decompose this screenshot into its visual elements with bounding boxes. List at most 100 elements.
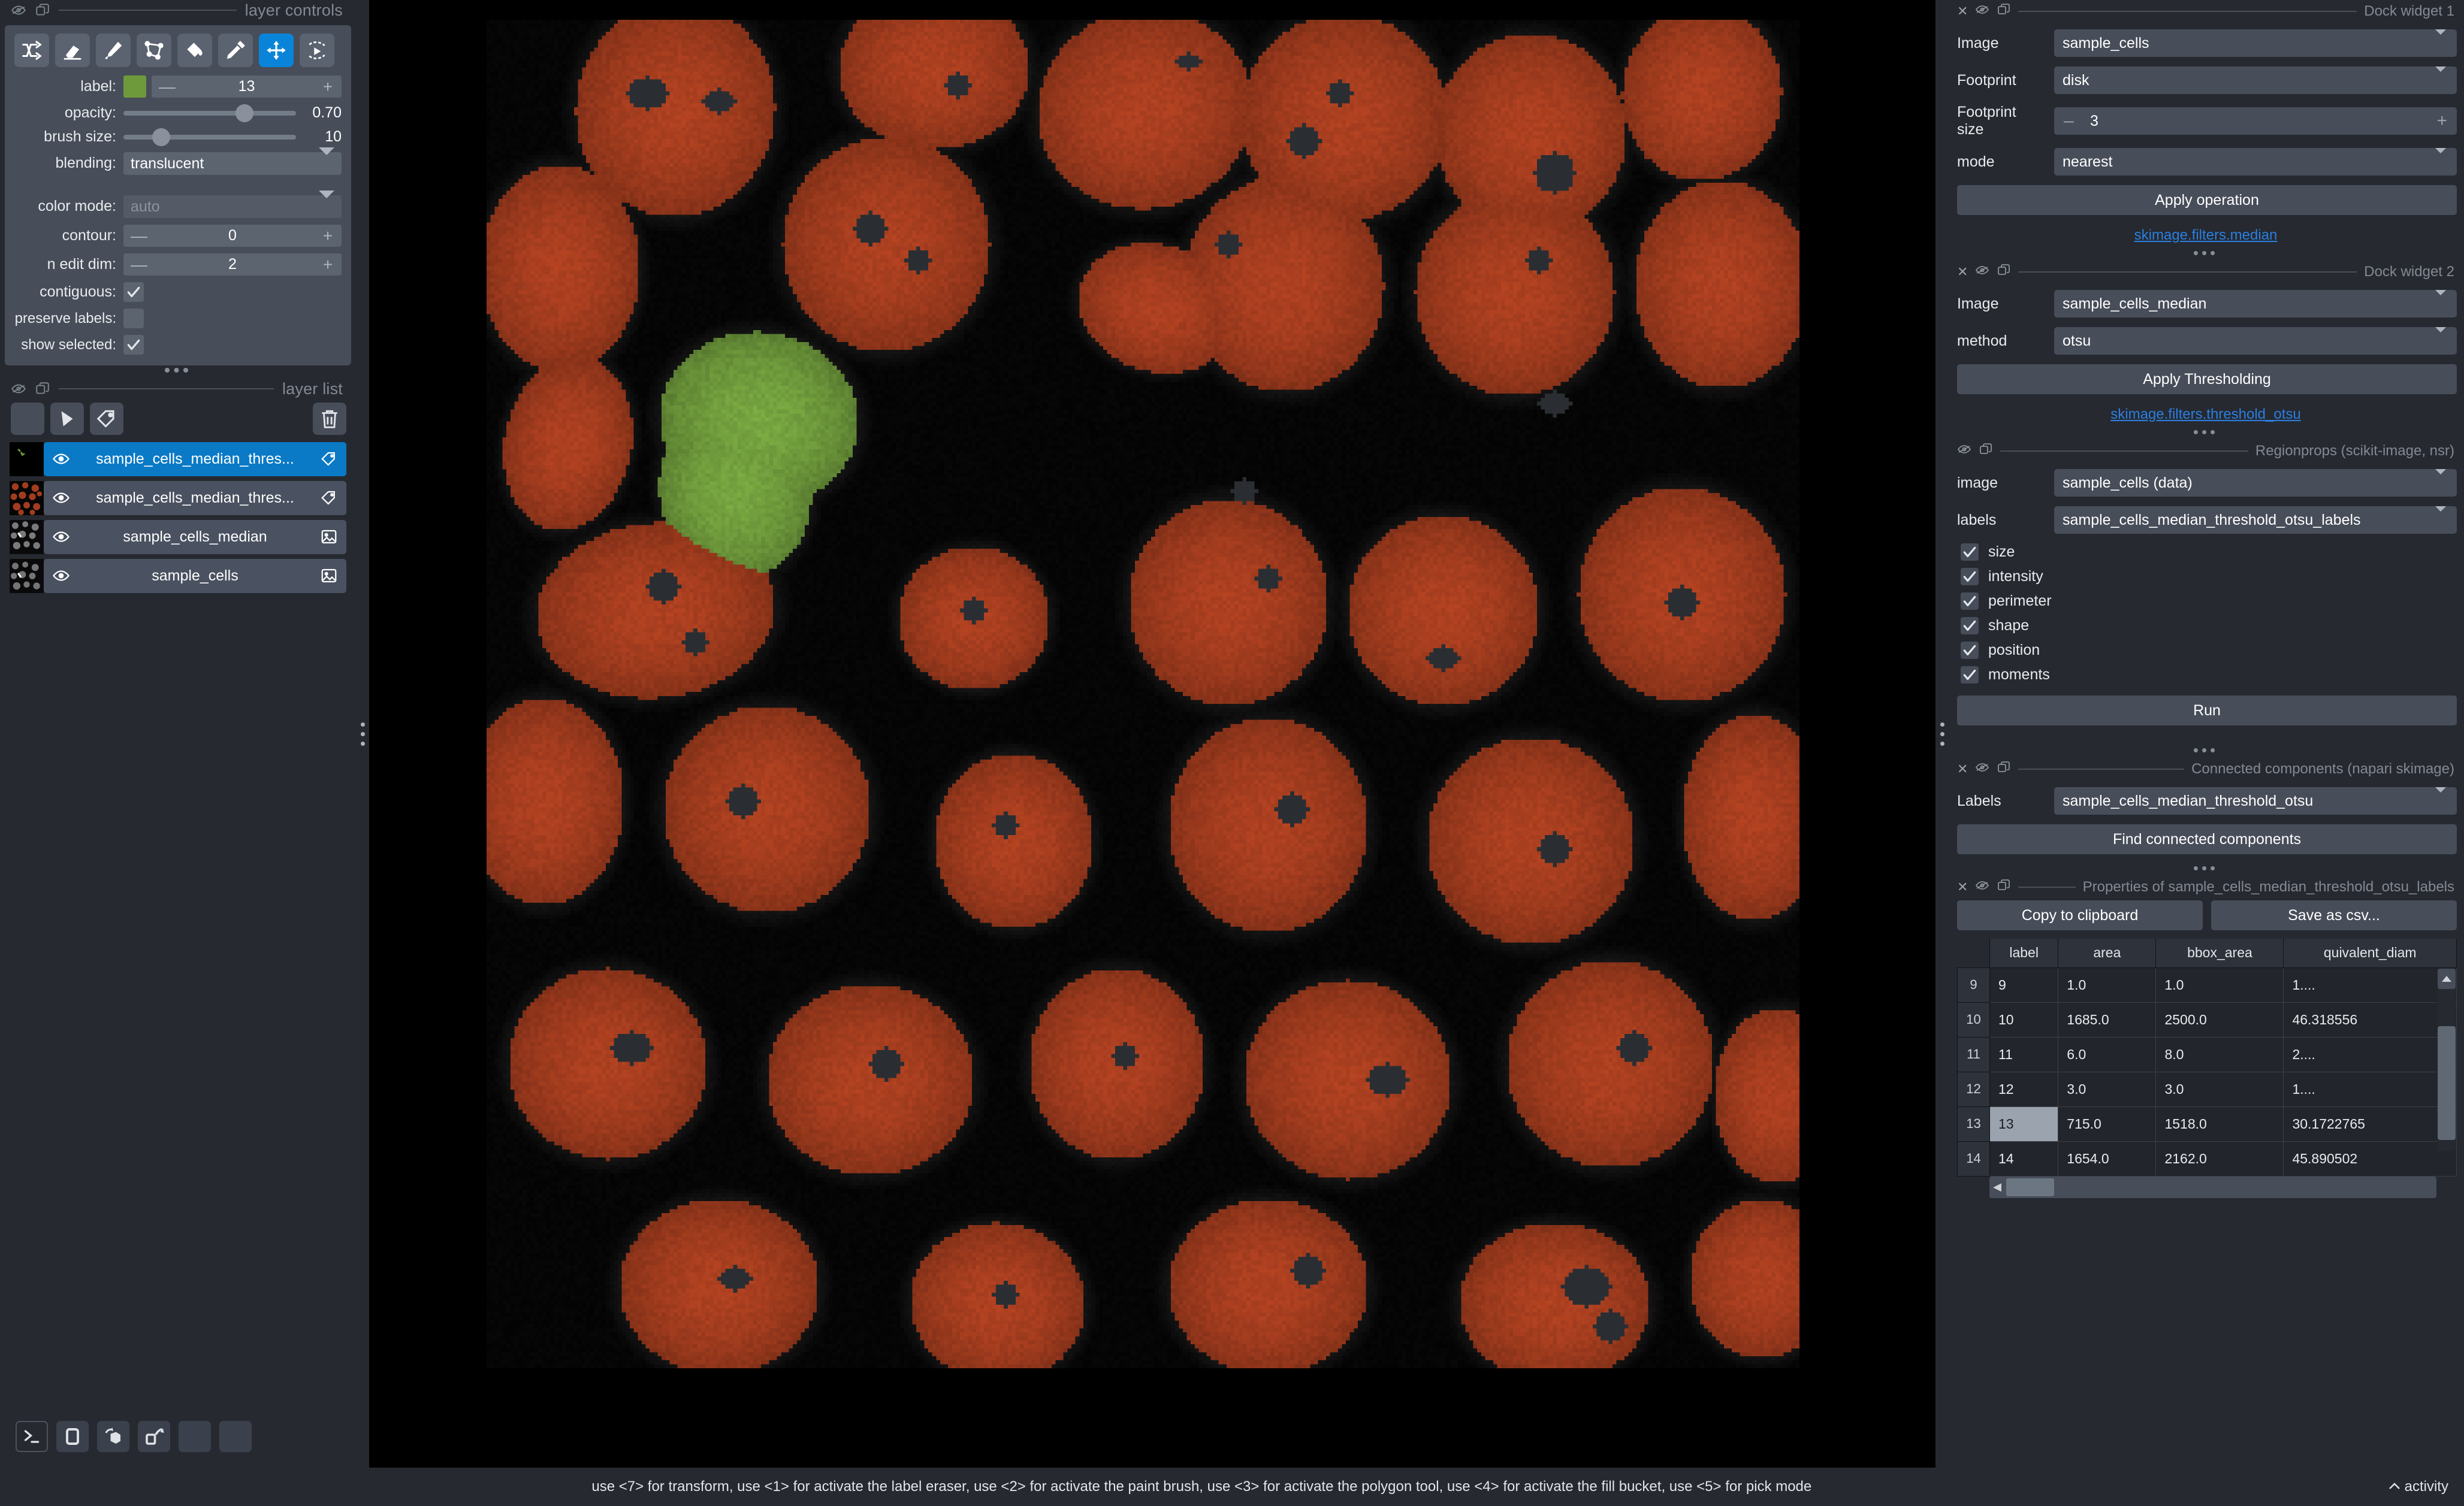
apply-thresholding-button[interactable]: Apply Thresholding bbox=[1957, 364, 2457, 394]
checkbox-moments[interactable]: moments bbox=[1953, 663, 2458, 687]
delete-layer-button[interactable] bbox=[313, 403, 346, 435]
close-icon[interactable]: ✕ bbox=[1957, 4, 1968, 18]
cell-label[interactable]: 9 bbox=[1989, 967, 2059, 1003]
n-edit-dim-increment[interactable]: + bbox=[321, 256, 334, 273]
color-mode-combobox[interactable]: auto bbox=[123, 190, 342, 218]
close-icon[interactable]: ✕ bbox=[1957, 762, 1968, 776]
footprint-size-decrement[interactable]: – bbox=[2064, 111, 2079, 131]
label-eraser-icon[interactable] bbox=[55, 34, 90, 67]
cell-label[interactable]: 10 bbox=[1989, 1002, 2059, 1038]
opacity-knob[interactable] bbox=[235, 104, 253, 122]
float-icon[interactable] bbox=[35, 2, 50, 18]
image-combobox[interactable]: sample_cells_median bbox=[2054, 290, 2457, 317]
find-connected-components-button[interactable]: Find connected components bbox=[1957, 824, 2457, 854]
table-row[interactable]: 12 12 3.0 3.0 1.... bbox=[1957, 1071, 2457, 1107]
checkbox-size[interactable]: size bbox=[1953, 540, 2458, 564]
shuffle-colors-icon[interactable] bbox=[14, 34, 49, 67]
grid-view-button[interactable] bbox=[179, 1421, 211, 1452]
cell-bbox-area[interactable]: 2162.0 bbox=[2155, 1141, 2284, 1177]
properties-table-wrap[interactable]: label area bbox_area quivalent_diam 9 9 … bbox=[1957, 939, 2457, 1177]
save-as-csv-button[interactable]: Save as csv... bbox=[2211, 900, 2457, 930]
horizontal-scroll-thumb[interactable] bbox=[2006, 1178, 2054, 1196]
cell-equivalent-diam[interactable]: 30.1722765 bbox=[2283, 1106, 2457, 1142]
visibility-eye-icon[interactable] bbox=[52, 489, 70, 507]
n-edit-dim-spinbox[interactable]: — 2 + bbox=[123, 253, 342, 276]
regionprops-drag-handle[interactable]: ••• bbox=[1953, 424, 2458, 440]
close-icon[interactable]: ✕ bbox=[1957, 880, 1968, 894]
brush-size-slider[interactable] bbox=[123, 128, 296, 146]
contour-decrement[interactable]: — bbox=[131, 227, 147, 244]
label-decrement[interactable]: — bbox=[159, 78, 176, 95]
layer-row-body[interactable]: sample_cells_median_thres... bbox=[44, 441, 346, 476]
paint-brush-icon[interactable] bbox=[96, 34, 131, 67]
home-button[interactable] bbox=[219, 1421, 252, 1452]
cell-label[interactable]: 14 bbox=[1989, 1141, 2059, 1177]
cell-bbox-area[interactable]: 3.0 bbox=[2155, 1071, 2284, 1107]
float-icon[interactable] bbox=[1997, 878, 2011, 896]
cell-equivalent-diam[interactable]: 46.318556 bbox=[2283, 1002, 2457, 1038]
hide-icon[interactable] bbox=[11, 381, 26, 397]
apply-operation-button[interactable]: Apply operation bbox=[1957, 185, 2457, 215]
transpose-dims-button[interactable] bbox=[138, 1421, 170, 1452]
transform-icon[interactable] bbox=[300, 34, 334, 67]
left-splitter[interactable] bbox=[356, 0, 369, 1468]
hide-icon[interactable] bbox=[1957, 442, 1971, 459]
viewer-canvas[interactable] bbox=[369, 0, 1935, 1468]
footprint-size-increment[interactable]: + bbox=[2436, 111, 2447, 131]
close-icon[interactable]: ✕ bbox=[1957, 265, 1968, 279]
hide-icon[interactable] bbox=[1975, 878, 1989, 896]
cell-area[interactable]: 3.0 bbox=[2058, 1071, 2157, 1107]
contour-spinbox[interactable]: — 0 + bbox=[123, 225, 342, 247]
image-combobox[interactable]: sample_cells bbox=[2054, 29, 2457, 57]
blending-combobox[interactable]: translucent bbox=[123, 147, 342, 175]
cell-equivalent-diam[interactable]: 1.... bbox=[2283, 967, 2457, 1003]
contour-increment[interactable]: + bbox=[321, 227, 334, 244]
cell-area[interactable]: 715.0 bbox=[2058, 1106, 2157, 1142]
float-icon[interactable] bbox=[1997, 2, 2011, 20]
pan-zoom-icon[interactable] bbox=[259, 34, 294, 67]
n-edit-dim-decrement[interactable]: — bbox=[131, 256, 147, 273]
hide-icon[interactable] bbox=[11, 2, 26, 18]
regionprops-image-combobox[interactable]: sample_cells (data) bbox=[2054, 469, 2457, 497]
footprint-combobox[interactable]: disk bbox=[2054, 66, 2457, 94]
polygon-tool-icon[interactable] bbox=[137, 34, 171, 67]
checkbox-position[interactable]: position bbox=[1953, 638, 2458, 663]
checkbox-shape[interactable]: shape bbox=[1953, 613, 2458, 638]
column-header-label[interactable]: label bbox=[1989, 939, 2059, 968]
cell-area[interactable]: 6.0 bbox=[2058, 1036, 2157, 1072]
activity-button[interactable]: activity bbox=[2388, 1478, 2448, 1495]
column-header-equivalent-diam[interactable]: quivalent_diam bbox=[2283, 939, 2457, 968]
footprint-size-spinbox[interactable]: – 3 + bbox=[2054, 107, 2457, 135]
table-row[interactable]: 9 9 1.0 1.0 1.... bbox=[1957, 967, 2457, 1003]
checkbox-box[interactable] bbox=[1961, 617, 1979, 634]
image-render-area[interactable] bbox=[487, 20, 1799, 1368]
table-row[interactable]: 14 14 1654.0 2162.0 45.890502 bbox=[1957, 1141, 2457, 1177]
color-picker-icon[interactable] bbox=[218, 34, 253, 67]
table-horizontal-scrollbar[interactable]: ◀ bbox=[1989, 1176, 2436, 1198]
list-item[interactable]: sample_cells_median_thres... bbox=[10, 441, 346, 477]
cell-area[interactable]: 1685.0 bbox=[2058, 1002, 2157, 1038]
connected-components-drag-handle[interactable]: ••• bbox=[1953, 742, 2458, 758]
checkbox-intensity[interactable]: intensity bbox=[1953, 564, 2458, 589]
cell-bbox-area[interactable]: 2500.0 bbox=[2155, 1002, 2284, 1038]
table-row[interactable]: 13 13 715.0 1518.0 30.1722765 bbox=[1957, 1106, 2457, 1142]
scroll-up-arrow-icon[interactable] bbox=[2438, 969, 2456, 989]
column-header-area[interactable]: area bbox=[2058, 939, 2157, 968]
float-icon[interactable] bbox=[1979, 442, 1993, 459]
hide-icon[interactable] bbox=[1975, 760, 1989, 778]
mode-combobox[interactable]: nearest bbox=[2054, 148, 2457, 176]
layer-row-body[interactable]: sample_cells_median bbox=[44, 519, 346, 554]
cell-label[interactable]: 12 bbox=[1989, 1071, 2059, 1107]
cells-image[interactable] bbox=[487, 20, 1799, 1368]
fill-bucket-icon[interactable] bbox=[177, 34, 212, 67]
list-item[interactable]: sample_cells_median bbox=[10, 519, 346, 555]
label-spinbox[interactable]: — 13 + bbox=[152, 75, 342, 98]
copy-to-clipboard-button[interactable]: Copy to clipboard bbox=[1957, 900, 2203, 930]
layer-row-body[interactable]: sample_cells bbox=[44, 558, 346, 593]
method-combobox[interactable]: otsu bbox=[2054, 327, 2457, 355]
column-header-bbox-area[interactable]: bbox_area bbox=[2155, 939, 2284, 968]
checkbox-box[interactable] bbox=[1961, 642, 1979, 659]
label-color-swatch[interactable] bbox=[123, 75, 146, 98]
float-icon[interactable] bbox=[1997, 760, 2011, 778]
cell-label[interactable]: 11 bbox=[1989, 1036, 2059, 1072]
